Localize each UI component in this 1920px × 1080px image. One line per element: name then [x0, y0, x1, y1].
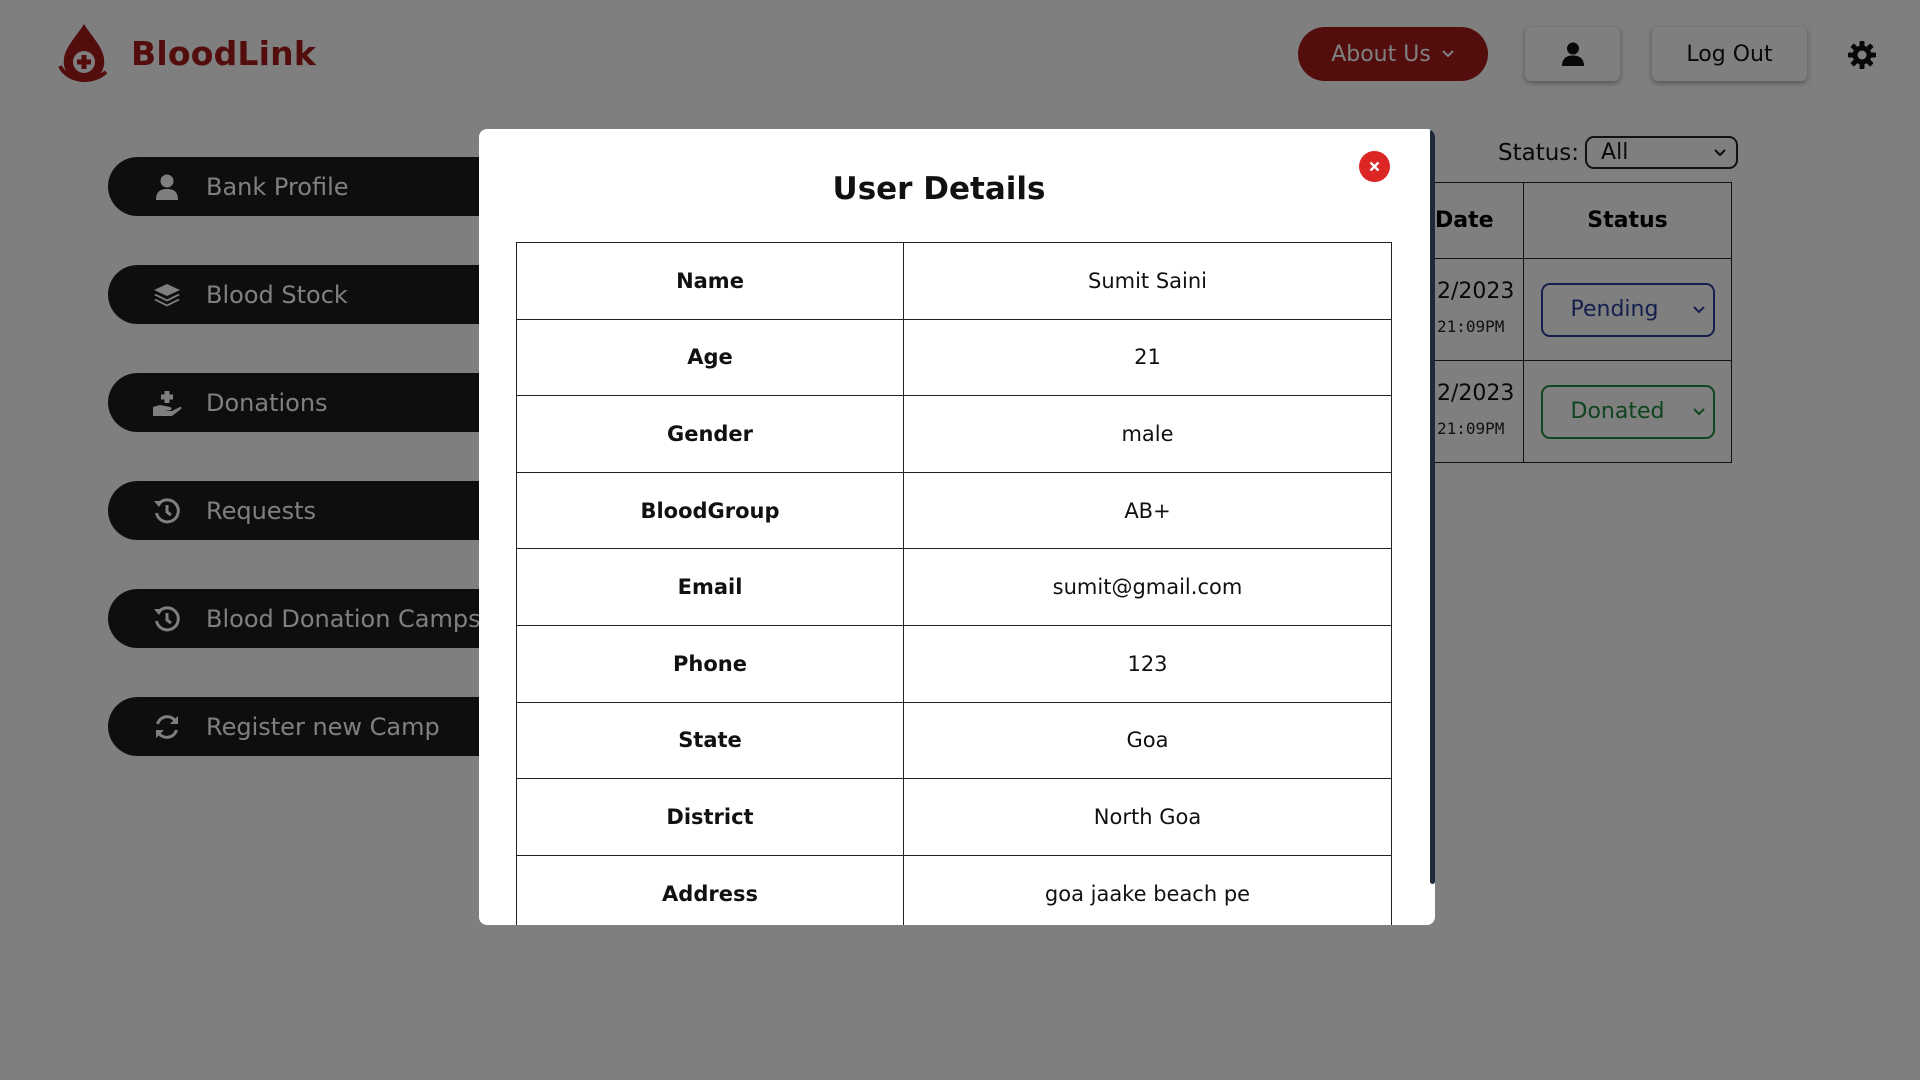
detail-value: goa jaake beach pe	[903, 854, 1392, 925]
detail-value: 21	[903, 318, 1392, 397]
detail-key: Phone	[516, 624, 904, 703]
detail-key: District	[516, 778, 904, 856]
modal-title: User Details	[832, 171, 1046, 207]
table-row: Name Sumit Saini	[516, 242, 1392, 320]
table-row: Gender male	[516, 395, 1392, 473]
detail-value: male	[903, 395, 1392, 473]
table-row: District North Goa	[516, 778, 1392, 856]
detail-key: BloodGroup	[516, 471, 904, 550]
detail-key: State	[516, 701, 904, 780]
detail-value: sumit@gmail.com	[903, 548, 1392, 626]
user-details-table: Name Sumit Saini Age 21 Gender male BloodGr…	[516, 242, 1392, 925]
table-row: BloodGroup AB+	[516, 471, 1392, 550]
detail-value: Goa	[903, 701, 1392, 780]
detail-value: 123	[903, 624, 1392, 703]
table-row: Phone 123	[516, 624, 1392, 703]
user-details-modal: User Details Name Sumit Saini Age 21 Gende…	[479, 129, 1435, 925]
detail-key: Age	[516, 318, 904, 397]
modal-scrollbar[interactable]	[1430, 129, 1435, 884]
detail-value: Sumit Saini	[903, 242, 1392, 320]
table-row: Email sumit@gmail.com	[516, 548, 1392, 626]
table-row: Age 21	[516, 318, 1392, 397]
detail-value: AB+	[903, 471, 1392, 550]
detail-key: Name	[516, 242, 904, 320]
detail-key: Gender	[516, 395, 904, 473]
table-row: State Goa	[516, 701, 1392, 780]
detail-key: Email	[516, 548, 904, 626]
detail-value: North Goa	[903, 778, 1392, 856]
detail-key: Address	[516, 854, 904, 925]
table-row: Address goa jaake beach pe	[516, 854, 1392, 925]
